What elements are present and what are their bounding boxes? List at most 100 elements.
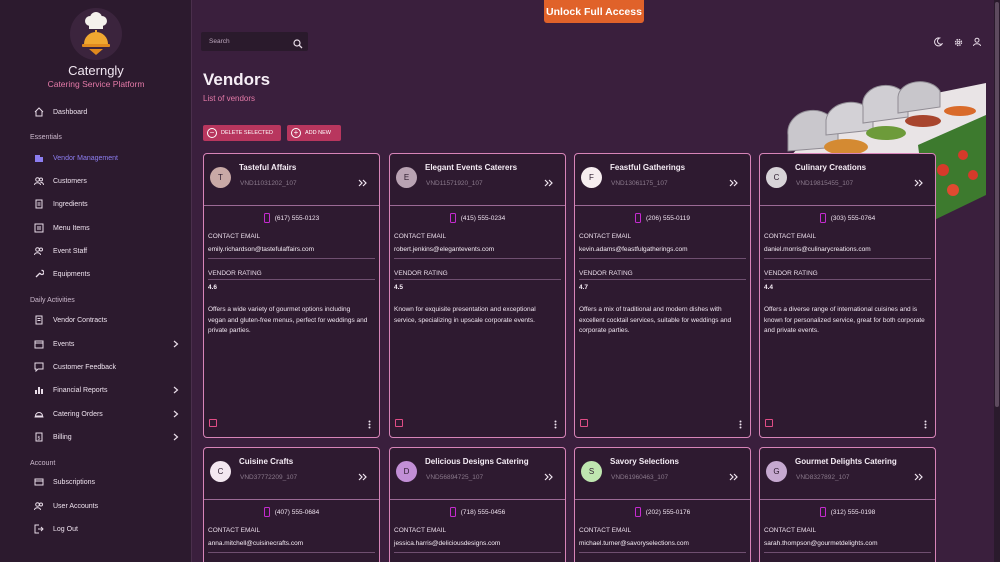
contact-email-label: CONTACT EMAIL (579, 527, 632, 534)
divider (579, 258, 746, 259)
double-chevron-right-icon[interactable] (913, 178, 923, 188)
search-icon[interactable] (293, 36, 303, 54)
vendor-name: Cuisine Crafts (239, 457, 294, 466)
vendor-name: Culinary Creations (795, 163, 867, 172)
sidebar-item-customer-feedback[interactable]: Customer Feedback (30, 359, 185, 375)
double-chevron-right-icon[interactable] (728, 178, 738, 188)
subscription-icon (33, 476, 45, 488)
users-icon (33, 245, 45, 257)
vendor-email[interactable]: emily.richardson@tastefulaffairs.com (208, 246, 314, 253)
sidebar-item-dashboard[interactable]: Dashboard (30, 104, 185, 120)
vendor-code: VND37772209_107 (240, 474, 298, 481)
divider (764, 279, 931, 280)
sidebar: Caterngly Catering Service Platform Dash… (0, 0, 192, 562)
vendor-phone: (202) 555-0176 (575, 507, 750, 517)
vendor-email[interactable]: robert.jenkins@elegantevents.com (394, 246, 494, 253)
sidebar-item-log-out[interactable]: Log Out (30, 521, 185, 537)
vendor-name: Tasteful Affairs (239, 163, 297, 172)
vendor-email[interactable]: kevin.adams@feastfulgatherings.com (579, 246, 688, 253)
more-vertical-icon[interactable] (366, 419, 372, 429)
sidebar-item-financial-reports[interactable]: Financial Reports (30, 382, 185, 398)
vendor-rating: 4.6 (208, 284, 218, 291)
phone-number: (312) 555-0198 (830, 508, 876, 516)
vendor-email[interactable]: jessica.harris@deliciousdesigns.com (394, 540, 500, 547)
vendor-code: VND19815455_107 (796, 180, 854, 187)
sidebar-item-event-staff[interactable]: Event Staff (30, 243, 185, 259)
contact-email-label: CONTACT EMAIL (394, 527, 447, 534)
sidebar-item-customers[interactable]: Customers (30, 173, 185, 189)
chevron-right-icon (171, 431, 181, 443)
vendor-card: F Feastful Gatherings VND13061175_107 (2… (574, 153, 751, 438)
contact-email-label: CONTACT EMAIL (208, 527, 261, 534)
avatar: F (581, 167, 602, 188)
sidebar-item-events[interactable]: Events (30, 336, 185, 352)
vendor-rating: 4.5 (394, 284, 404, 291)
divider (394, 552, 561, 553)
menu-icon (33, 222, 45, 234)
select-checkbox[interactable] (580, 419, 588, 427)
vendor-email[interactable]: daniel.morris@culinarycreations.com (764, 246, 871, 253)
phone-number: (718) 555-0456 (460, 508, 506, 516)
sidebar-item-equipments[interactable]: Equipments (30, 266, 185, 282)
moon-icon[interactable] (932, 36, 944, 48)
select-checkbox[interactable] (395, 419, 403, 427)
sidebar-item-label: Equipments (53, 270, 90, 278)
vendor-name: Savory Selections (610, 457, 679, 466)
double-chevron-right-icon[interactable] (357, 178, 367, 188)
double-chevron-right-icon[interactable] (728, 472, 738, 482)
add-new-button[interactable]: + ADD NEW (287, 125, 341, 141)
chef-cloche-logo-icon (70, 8, 122, 60)
vendor-email[interactable]: sarah.thompson@gourmetdelights.com (764, 540, 878, 547)
vendor-code: VND11031202_107 (240, 180, 297, 187)
sidebar-item-subscriptions[interactable]: Subscriptions (30, 474, 185, 490)
sidebar-item-billing[interactable]: $ Billing (30, 429, 185, 445)
phone-icon (449, 213, 456, 223)
sidebar-item-vendor-contracts[interactable]: Vendor Contracts (30, 312, 185, 328)
cloche-icon (33, 408, 45, 420)
phone-number: (303) 555-0764 (830, 214, 876, 222)
chevron-right-icon (171, 338, 181, 350)
sidebar-item-vendor-management[interactable]: Vendor Management (30, 150, 185, 166)
scrollbar-thumb[interactable] (995, 2, 999, 407)
sidebar-item-menu-items[interactable]: Menu Items (30, 220, 185, 236)
sidebar-item-user-accounts[interactable]: User Accounts (30, 498, 185, 514)
select-checkbox[interactable] (765, 419, 773, 427)
more-vertical-icon[interactable] (922, 419, 928, 429)
sidebar-item-ingredients[interactable]: Ingredients (30, 196, 185, 212)
page-scrollbar[interactable] (994, 0, 1000, 562)
double-chevron-right-icon[interactable] (543, 178, 553, 188)
more-vertical-icon[interactable] (552, 419, 558, 429)
minus-circle-icon: − (207, 128, 217, 138)
vendor-name: Elegant Events Caterers (425, 163, 518, 172)
double-chevron-right-icon[interactable] (543, 472, 553, 482)
search-input[interactable] (209, 38, 289, 45)
phone-number: (617) 555-0123 (274, 214, 320, 222)
divider (575, 499, 750, 500)
divider (390, 499, 565, 500)
vendor-phone: (407) 555-0684 (204, 507, 379, 517)
sidebar-item-catering-orders[interactable]: Catering Orders (30, 406, 185, 422)
user-icon[interactable] (971, 36, 983, 48)
page-subtitle: List of vendors (203, 94, 256, 103)
logout-icon (33, 523, 45, 535)
double-chevron-right-icon[interactable] (357, 472, 367, 482)
select-checkbox[interactable] (209, 419, 217, 427)
delete-selected-button[interactable]: − DELETE SELECTED (203, 125, 281, 141)
vendor-card: G Gourmet Delights Catering VND8327892_1… (759, 447, 936, 562)
vendor-email[interactable]: anna.mitchell@cuisinecrafts.com (208, 540, 303, 547)
sidebar-item-label: Log Out (53, 525, 78, 533)
avatar: C (210, 461, 231, 482)
more-vertical-icon[interactable] (737, 419, 743, 429)
avatar: S (581, 461, 602, 482)
chevron-right-icon (171, 384, 181, 396)
sidebar-item-label: User Accounts (53, 502, 99, 510)
vendor-description: Offers a mix of traditional and modern d… (579, 306, 732, 334)
gear-icon[interactable] (952, 36, 964, 48)
phone-icon (819, 213, 826, 223)
unlock-full-access-button[interactable]: Unlock Full Access (544, 0, 644, 23)
double-chevron-right-icon[interactable] (913, 472, 923, 482)
vendor-card: S Savory Selections VND61960463_107 (202… (574, 447, 751, 562)
invoice-icon: $ (33, 431, 45, 443)
vendor-email[interactable]: michael.turner@savoryselections.com (579, 540, 689, 547)
document-icon (33, 314, 45, 326)
